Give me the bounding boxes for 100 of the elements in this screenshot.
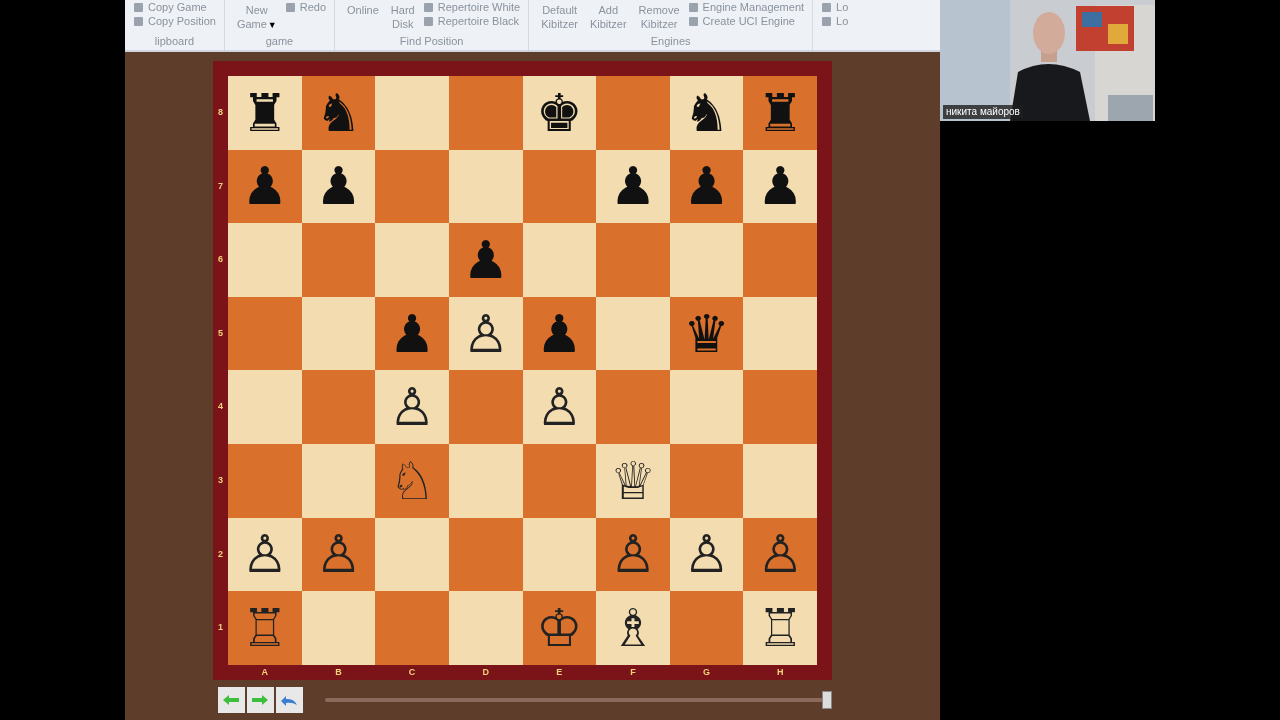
ribbon-button[interactable]: Copy Position [133, 14, 216, 28]
forward-button[interactable] [246, 686, 274, 713]
ribbon-button[interactable]: Lo [821, 0, 849, 14]
board-square[interactable] [522, 443, 597, 518]
ribbon-button[interactable]: Copy Game [133, 0, 216, 14]
chess-piece[interactable]: ♗ [609, 601, 657, 654]
board-square[interactable]: ♜ [228, 76, 302, 150]
chess-piece[interactable]: ♟ [315, 160, 362, 213]
chess-piece[interactable]: ♙ [388, 381, 436, 434]
board-square[interactable] [228, 296, 302, 371]
ribbon-button[interactable]: Create UCI Engine [687, 14, 805, 28]
board-square[interactable] [669, 591, 744, 665]
board-square[interactable] [375, 149, 449, 224]
chess-piece[interactable]: ♔ [536, 601, 583, 654]
board-square[interactable] [448, 149, 523, 224]
board-square[interactable]: ♙ [743, 517, 817, 592]
board-square[interactable]: ♜ [743, 76, 817, 150]
board-square[interactable]: ♙ [301, 517, 376, 592]
board-square[interactable] [522, 223, 597, 297]
ribbon-button[interactable]: Remove Kibitzer [634, 0, 684, 31]
chess-piece[interactable]: ♟ [756, 160, 804, 213]
board-square[interactable]: ♞ [669, 76, 744, 150]
board-square[interactable] [669, 370, 744, 444]
board-square[interactable] [596, 296, 670, 371]
ribbon-button[interactable]: Repertoire White [422, 0, 521, 14]
chess-piece[interactable]: ♟ [388, 307, 436, 360]
board-square[interactable] [448, 443, 523, 518]
ribbon-button[interactable]: Redo [284, 0, 327, 14]
board-square[interactable] [301, 223, 376, 297]
board-square[interactable]: ♟ [743, 149, 817, 224]
chess-piece[interactable]: ♜ [241, 86, 289, 139]
ribbon-button[interactable]: Lo [821, 14, 849, 28]
chess-piece[interactable]: ♟ [609, 160, 657, 213]
board-square[interactable]: ♛ [669, 296, 744, 371]
undo-button[interactable] [275, 686, 303, 713]
chess-piece[interactable]: ♙ [241, 528, 289, 581]
slider-thumb[interactable] [822, 690, 832, 709]
board-square[interactable] [448, 517, 523, 592]
chess-piece[interactable]: ♙ [683, 528, 730, 581]
chess-piece[interactable]: ♙ [756, 528, 804, 581]
chess-piece[interactable]: ♜ [756, 86, 804, 139]
chess-piece[interactable]: ♕ [609, 454, 657, 507]
chess-piece[interactable]: ♟ [462, 234, 509, 286]
board-square[interactable]: ♙ [596, 517, 670, 592]
rank-label: 2 [218, 547, 223, 561]
ribbon-button[interactable]: New Game▼ [232, 0, 281, 32]
chess-piece[interactable]: ♚ [536, 86, 583, 139]
chess-piece[interactable]: ♘ [388, 454, 436, 507]
board-square[interactable]: ♕ [596, 443, 670, 518]
chess-piece[interactable]: ♛ [683, 307, 730, 360]
back-button[interactable] [218, 686, 245, 713]
board-square[interactable]: ♖ [228, 591, 302, 665]
board-square[interactable]: ♗ [596, 591, 670, 665]
board-square[interactable]: ♙ [375, 370, 449, 444]
board-square[interactable] [743, 296, 817, 371]
board-square[interactable]: ♙ [522, 370, 597, 444]
chess-piece[interactable]: ♙ [315, 528, 362, 581]
board-square[interactable]: ♙ [669, 517, 744, 592]
board-square[interactable]: ♖ [743, 591, 817, 665]
board-square[interactable] [669, 223, 744, 297]
board-square[interactable]: ♟ [228, 149, 302, 224]
chess-piece[interactable]: ♞ [315, 86, 362, 139]
move-slider[interactable] [324, 690, 832, 709]
chess-piece[interactable]: ♙ [609, 528, 657, 581]
board-square[interactable]: ♞ [301, 76, 376, 150]
board-square[interactable]: ♟ [375, 296, 449, 371]
chess-piece[interactable]: ♖ [241, 601, 289, 654]
chess-piece[interactable]: ♞ [683, 86, 730, 139]
board-square[interactable]: ♟ [448, 223, 523, 297]
file-label: D [482, 665, 489, 679]
board-square[interactable] [522, 149, 597, 224]
board-square[interactable] [301, 296, 376, 371]
board-square[interactable]: ♟ [522, 296, 597, 371]
ribbon-button[interactable]: Repertoire Black [422, 14, 521, 28]
chess-piece[interactable]: ♙ [536, 381, 583, 434]
board-square[interactable]: ♟ [301, 149, 376, 224]
chess-piece[interactable]: ♖ [756, 601, 804, 654]
board-square[interactable] [301, 370, 376, 444]
ribbon-button[interactable]: Add Kibitzer [585, 0, 631, 31]
board-square[interactable]: ♟ [669, 149, 744, 224]
ribbon-button[interactable]: Default Kibitzer [537, 0, 582, 31]
board-square[interactable]: ♚ [522, 76, 597, 150]
board-square[interactable]: ♙ [448, 296, 523, 371]
board-square[interactable] [375, 517, 449, 592]
board-square[interactable] [301, 591, 376, 665]
board-square[interactable] [301, 443, 376, 518]
board-square[interactable]: ♘ [375, 443, 449, 518]
chess-piece[interactable]: ♟ [683, 160, 730, 213]
ribbon-button[interactable]: Hard Disk [386, 0, 419, 31]
board-square[interactable]: ♔ [522, 591, 597, 665]
ribbon-button[interactable]: Online [343, 0, 383, 17]
chess-piece[interactable]: ♙ [462, 307, 509, 360]
board-square[interactable] [669, 443, 744, 518]
ribbon-button[interactable]: Engine Management [687, 0, 805, 14]
board-square[interactable]: ♟ [596, 149, 670, 224]
board-square[interactable] [522, 517, 597, 592]
chess-piece[interactable]: ♟ [536, 307, 583, 360]
board-square[interactable]: ♙ [228, 517, 302, 592]
chess-piece[interactable]: ♟ [241, 160, 289, 213]
toolbar-icon [133, 1, 144, 13]
